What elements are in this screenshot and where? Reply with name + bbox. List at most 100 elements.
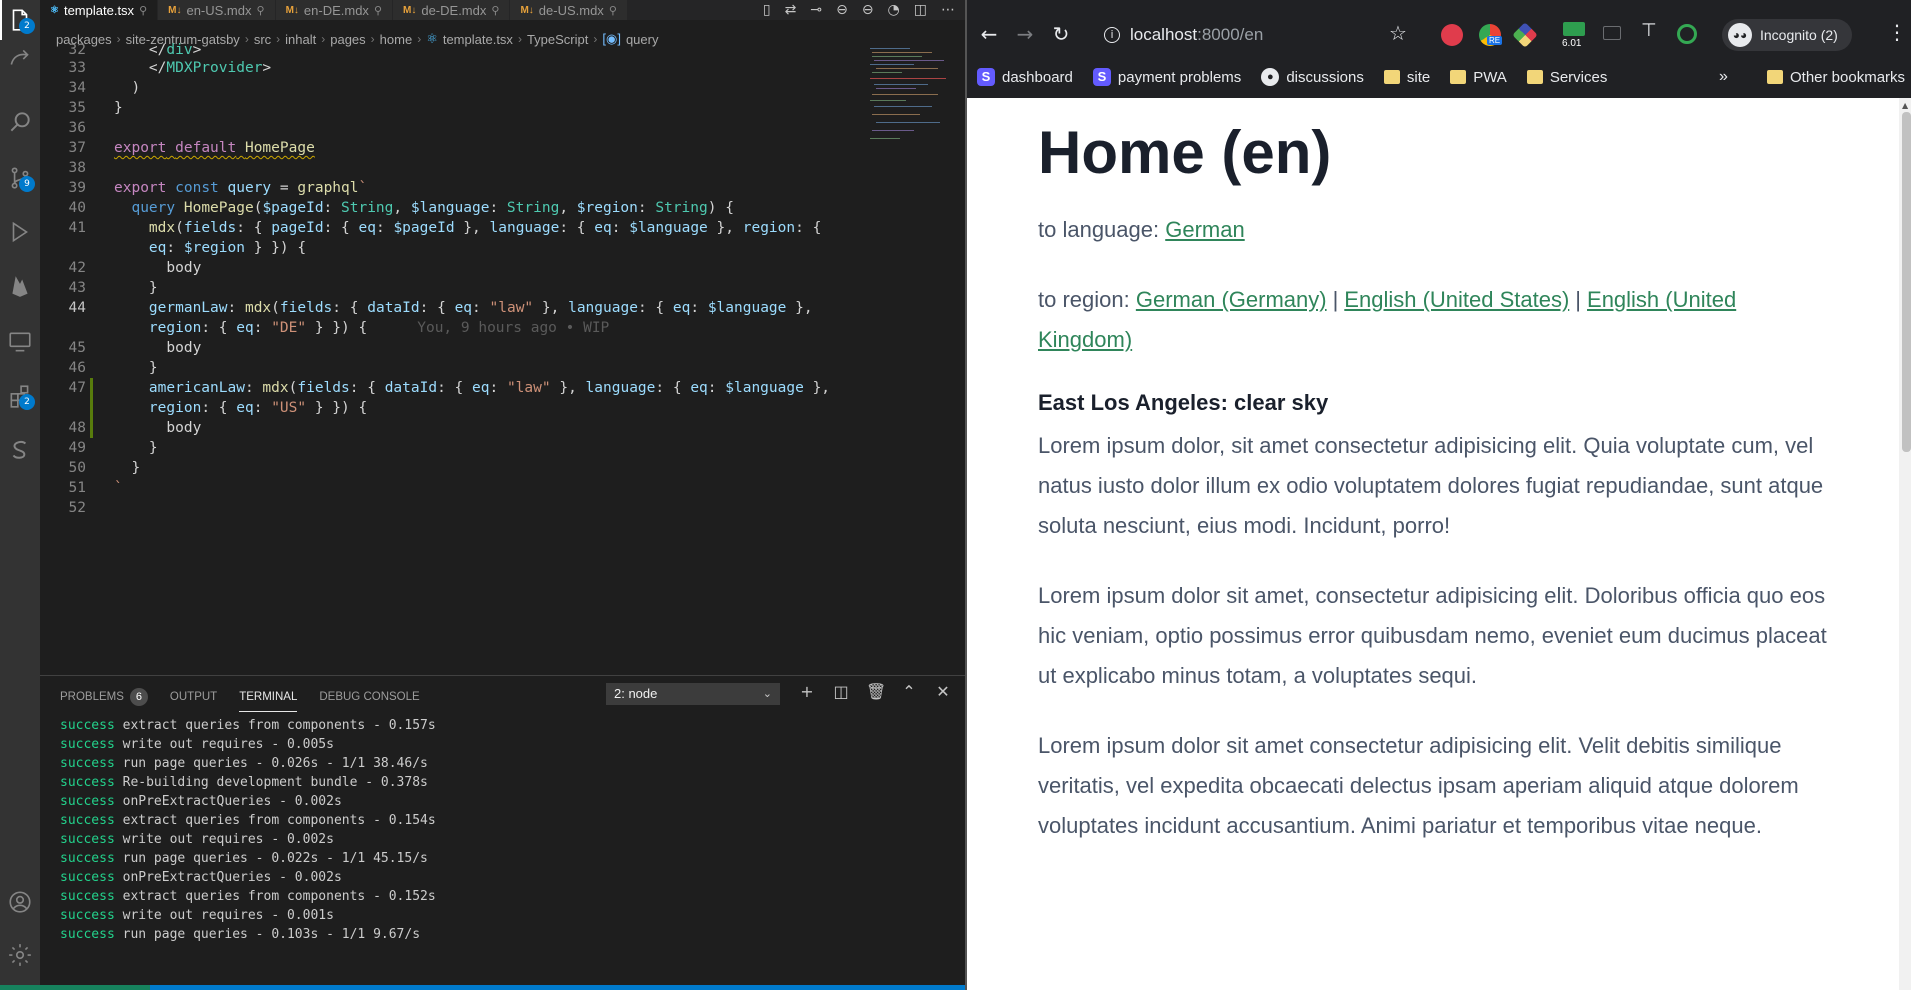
- source-control-icon[interactable]: 9: [0, 158, 40, 198]
- pin-icon[interactable]: ⚲: [374, 4, 382, 17]
- tab-label: TERMINAL: [239, 690, 298, 703]
- live-share-icon[interactable]: [0, 38, 40, 78]
- pin-icon[interactable]: ⚲: [491, 4, 499, 17]
- extension-badge: 6.01: [1562, 38, 1582, 49]
- terminal-select[interactable]: 2: node ⌄: [606, 683, 780, 705]
- region-link-german-germany[interactable]: German (Germany): [1136, 287, 1327, 312]
- extension-icon[interactable]: [1441, 24, 1463, 46]
- terminal-status: success: [60, 756, 115, 771]
- remote-explorer-icon[interactable]: [0, 322, 40, 362]
- profile-button[interactable]: ◕◕ Incognito (2): [1722, 19, 1852, 51]
- page-scrollbar[interactable]: ▲: [1899, 98, 1911, 990]
- code-editor[interactable]: 32 </div> 33 </MDXProvider> 34 ) 35} 36 …: [40, 42, 960, 674]
- bookmark-discussions[interactable]: ● discussions: [1251, 68, 1374, 86]
- tab-label: PROBLEMS: [60, 691, 124, 703]
- code-line: }: [131, 460, 141, 476]
- split-editor-icon[interactable]: ◫: [914, 2, 927, 18]
- kill-terminal-icon[interactable]: 🗑: [866, 682, 886, 701]
- maximize-panel-icon[interactable]: ⌃: [900, 682, 918, 701]
- tab-problems[interactable]: PROBLEMS 6: [60, 688, 148, 712]
- compare-changes-icon[interactable]: ⇄: [785, 2, 797, 18]
- split-terminal-icon[interactable]: ◫: [832, 682, 850, 701]
- pin-icon[interactable]: ⚲: [139, 4, 147, 17]
- search-icon[interactable]: [0, 102, 40, 142]
- extension-screen-icon[interactable]: [1603, 26, 1621, 40]
- region-link-english-us[interactable]: English (United States): [1344, 287, 1569, 312]
- pin-icon[interactable]: ⚲: [609, 4, 617, 17]
- settings-gear-icon[interactable]: [0, 935, 40, 975]
- tab-en-de-mdx[interactable]: M↓ en-DE.mdx ⚲: [275, 0, 393, 20]
- line-number: 37: [68, 140, 86, 156]
- tab-de-us-mdx[interactable]: M↓ de-US.mdx ⚲: [510, 0, 628, 20]
- forward-icon[interactable]: →: [1013, 22, 1037, 46]
- bookmark-star-icon[interactable]: ☆: [1389, 21, 1407, 45]
- open-preview-icon[interactable]: ▯: [763, 2, 771, 18]
- extension-metric-icon[interactable]: 6.01: [1562, 22, 1585, 49]
- address-bar[interactable]: i localhost:8000/en: [1104, 20, 1263, 50]
- other-bookmarks[interactable]: Other bookmarks: [1757, 69, 1911, 86]
- terminal-line: success write out requires - 0.001s: [60, 906, 436, 925]
- code-line: }: [114, 100, 123, 116]
- timeline-icon[interactable]: ◔: [888, 2, 900, 18]
- bookmark-folder-site[interactable]: site: [1374, 69, 1440, 86]
- bookmark-folder-pwa[interactable]: PWA: [1440, 69, 1517, 86]
- line-number: 35: [68, 100, 86, 116]
- line-number: 51: [68, 480, 86, 496]
- terminal-status: success: [60, 832, 115, 847]
- previous-change-icon[interactable]: ⊖: [836, 2, 848, 18]
- git-blame-annotation: You, 9 hours ago • WIP: [417, 320, 610, 336]
- terminal-text: extract queries from components - 0.154s: [122, 813, 436, 828]
- markdown-file-icon: M↓: [520, 4, 534, 16]
- bookmark-dashboard[interactable]: Sdashboard: [967, 68, 1083, 86]
- tab-terminal[interactable]: TERMINAL: [239, 688, 298, 712]
- more-bookmarks-icon[interactable]: »: [1719, 68, 1728, 86]
- terminal-status: success: [60, 718, 115, 733]
- tab-template-tsx[interactable]: ⚛ template.tsx ⚲: [40, 0, 159, 20]
- git-commit-icon[interactable]: ⊸: [810, 2, 822, 18]
- line-number: 50: [68, 460, 86, 476]
- back-icon[interactable]: ←: [977, 22, 1001, 46]
- incognito-icon: ◕◕: [1728, 23, 1752, 47]
- bookmark-payment-problems[interactable]: Spayment problems: [1083, 68, 1251, 86]
- region-label: to region:: [1038, 287, 1130, 312]
- new-terminal-icon[interactable]: +: [798, 682, 816, 701]
- more-actions-icon[interactable]: ⋯: [941, 2, 955, 18]
- panel-tabs: PROBLEMS 6 OUTPUT TERMINAL DEBUG CONSOLE: [60, 688, 420, 712]
- reload-icon[interactable]: ↻: [1049, 22, 1073, 46]
- bookmark-folder-services[interactable]: Services: [1517, 69, 1618, 86]
- extension-circle-icon[interactable]: [1677, 24, 1697, 44]
- bookmark-label: PWA: [1473, 68, 1507, 86]
- folder-icon: [1450, 70, 1467, 84]
- url-path: :8000/en: [1197, 25, 1264, 44]
- bookmark-label: Services: [1549, 68, 1608, 86]
- sass-icon[interactable]: [0, 430, 40, 470]
- extension-color-icon[interactable]: [1512, 22, 1538, 48]
- minimap[interactable]: [868, 44, 958, 164]
- tab-output[interactable]: OUTPUT: [170, 688, 217, 712]
- close-panel-icon[interactable]: ✕: [934, 682, 952, 701]
- scroll-up-icon[interactable]: ▲: [1902, 101, 1908, 110]
- terminal-text: write out requires - 0.002s: [122, 832, 334, 847]
- terminal-status: success: [60, 851, 115, 866]
- firebase-icon[interactable]: [0, 266, 40, 306]
- tab-en-us-mdx[interactable]: M↓ en-US.mdx ⚲: [158, 0, 276, 20]
- next-change-icon[interactable]: ⊖: [862, 2, 874, 18]
- terminal-output[interactable]: success extract queries from components …: [60, 716, 436, 944]
- code-line: region: { eq: "US" } }) {: [148, 400, 368, 416]
- extension-chrome-icon[interactable]: RE: [1479, 24, 1503, 46]
- pin-icon[interactable]: ⚲: [257, 4, 265, 17]
- tab-de-de-mdx[interactable]: M↓ de-DE.mdx ⚲: [393, 0, 511, 20]
- run-debug-icon[interactable]: [0, 212, 40, 252]
- tab-debug-console[interactable]: DEBUG CONSOLE: [319, 688, 419, 712]
- menu-kebab-icon[interactable]: ⋮: [1887, 20, 1907, 44]
- line-number: 49: [68, 440, 86, 456]
- language-link-german[interactable]: German: [1165, 217, 1244, 242]
- extensions-icon[interactable]: 2: [0, 376, 40, 416]
- site-info-icon[interactable]: i: [1104, 27, 1120, 43]
- explorer-icon[interactable]: 2: [0, 0, 40, 40]
- extension-glass-icon[interactable]: ⊤: [1641, 20, 1657, 42]
- code-line: </div>: [148, 42, 202, 58]
- scrollbar-thumb[interactable]: [1902, 112, 1911, 452]
- browser-toolbar: ← → ↻ i localhost:8000/en ☆ RE 6.01 ⊤ ◕◕…: [967, 0, 1911, 98]
- accounts-icon[interactable]: [0, 882, 40, 922]
